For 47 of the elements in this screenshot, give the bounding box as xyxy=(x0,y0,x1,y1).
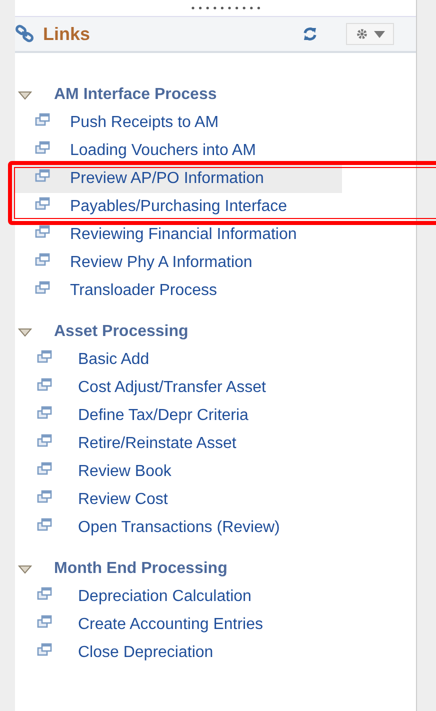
link-item[interactable]: Push Receipts to AM xyxy=(15,109,342,137)
gear-icon xyxy=(356,28,368,40)
collapse-triangle-icon[interactable] xyxy=(18,90,32,100)
link-item[interactable]: Create Accounting Entries xyxy=(15,611,342,639)
link-item[interactable]: Open Transactions (Review) xyxy=(15,514,342,542)
window-icon xyxy=(37,615,53,629)
collapse-triangle-icon[interactable] xyxy=(18,328,32,336)
section-heading[interactable]: AM Interface Process xyxy=(54,86,217,104)
window-icon xyxy=(37,434,53,448)
collapse-triangle-icon[interactable] xyxy=(18,564,32,574)
link-item[interactable]: Preview AP/PO Information xyxy=(15,165,342,193)
link-item[interactable]: Loading Vouchers into AM xyxy=(15,137,342,165)
window-icon xyxy=(37,518,53,532)
refresh-icon[interactable] xyxy=(302,26,318,42)
window-icon xyxy=(37,350,53,364)
window-icon xyxy=(35,141,51,155)
drag-handle-icon[interactable] xyxy=(190,6,260,10)
window-icon xyxy=(37,587,53,601)
link-item[interactable]: Transloader Process xyxy=(15,277,342,305)
window-icon xyxy=(35,281,51,295)
link-item[interactable]: Basic Add xyxy=(15,346,342,374)
caret-icon xyxy=(374,30,384,38)
link-item[interactable]: Review Phy A Information xyxy=(15,249,342,277)
settings-button[interactable] xyxy=(346,23,394,45)
window-icon xyxy=(35,169,51,183)
window-icon xyxy=(37,490,53,504)
window-icon xyxy=(35,253,51,267)
chain-link-icon xyxy=(15,24,35,44)
link-item[interactable]: Retire/Reinstate Asset xyxy=(15,430,342,458)
link-item[interactable]: Cost Adjust/Transfer Asset xyxy=(15,374,342,402)
link-item[interactable]: Review Cost xyxy=(15,486,342,514)
link-item[interactable]: Review Book xyxy=(15,458,342,486)
window-icon xyxy=(35,113,51,127)
section-heading[interactable]: Asset Processing xyxy=(54,323,188,341)
window-icon xyxy=(37,462,53,476)
link-item[interactable]: Close Depreciation xyxy=(15,639,342,667)
window-icon xyxy=(37,378,53,392)
link-item[interactable]: Define Tax/Depr Criteria xyxy=(15,402,342,430)
window-icon xyxy=(37,406,53,420)
panel-title: Links xyxy=(43,24,90,44)
link-item[interactable]: Reviewing Financial Information xyxy=(15,221,342,249)
window-icon xyxy=(35,225,51,239)
link-item[interactable]: Payables/Purchasing Interface xyxy=(15,193,342,221)
section-heading[interactable]: Month End Processing xyxy=(54,560,228,578)
link-item[interactable]: Depreciation Calculation xyxy=(15,583,342,611)
window-icon xyxy=(37,643,53,657)
window-icon xyxy=(35,197,51,211)
